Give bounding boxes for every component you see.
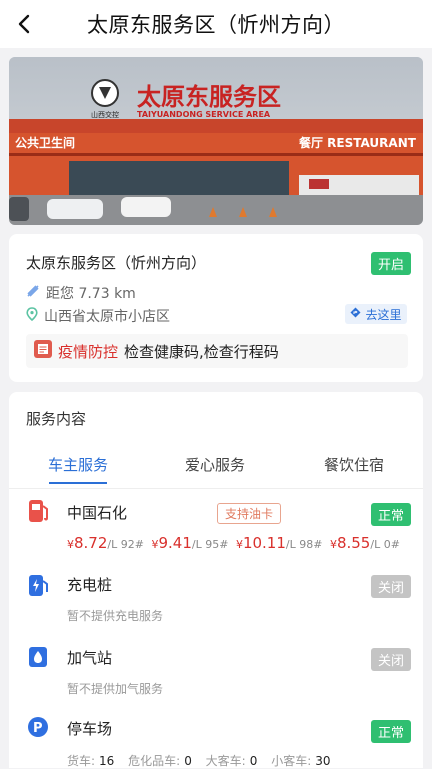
service-tabs: 车主服务 爱心服务 餐饮住宿 bbox=[9, 444, 423, 484]
gas-status-badge: 关闭 bbox=[371, 648, 412, 671]
fuel-status-badge: 正常 bbox=[371, 503, 412, 526]
status-badge: 开启 bbox=[371, 252, 412, 275]
notice-text: 检查健康码,检查行程码 bbox=[124, 342, 279, 361]
sign-sub-text: TAIYUANDONG SERVICE AREA bbox=[137, 110, 271, 119]
notice-title: 疫情防控 bbox=[58, 342, 119, 361]
truck-count: 16 bbox=[99, 754, 115, 768]
price-item: ¥10.11/L 98# bbox=[235, 534, 323, 552]
distance-text: 距您 7.73 km bbox=[46, 286, 136, 302]
charging-station-icon bbox=[27, 572, 51, 598]
charging-status-badge: 关闭 bbox=[371, 575, 412, 598]
distance-row: 距您 7.73 km bbox=[26, 283, 136, 303]
oil-card-tag: 支持油卡 bbox=[217, 503, 282, 524]
parking-icon: P bbox=[27, 715, 51, 741]
info-name: 太原东服务区（忻州方向） bbox=[26, 254, 207, 272]
charging-note: 暂不提供充电服务 bbox=[67, 609, 164, 623]
header-bar: 太原东服务区（忻州方向） bbox=[0, 0, 432, 48]
side-sign-right: 餐厅 RESTAURANT bbox=[299, 135, 417, 150]
car-count: 30 bbox=[315, 754, 331, 768]
route-icon bbox=[26, 284, 40, 302]
price-item: ¥8.55/L 0# bbox=[329, 534, 400, 552]
bus-label: 大客车: bbox=[205, 754, 246, 768]
price-item: ¥8.72/L 92# bbox=[67, 534, 144, 552]
navigate-label: 去这里 bbox=[365, 307, 402, 322]
fuel-prices: ¥8.72/L 92# ¥9.41/L 95# ¥10.11/L 98# ¥8.… bbox=[67, 534, 404, 552]
info-card: 太原东服务区（忻州方向） 开启 距您 7.73 km 山西省太原市小店区 去这里… bbox=[9, 234, 423, 382]
gas-station-icon bbox=[27, 644, 51, 670]
navigate-button[interactable]: 去这里 bbox=[345, 304, 407, 324]
address-text: 山西省太原市小店区 bbox=[44, 309, 170, 325]
address-row: 山西省太原市小店区 bbox=[26, 306, 170, 326]
svg-text:P: P bbox=[33, 721, 43, 736]
gas-note: 暂不提供加气服务 bbox=[67, 682, 164, 696]
navigate-arrow-icon bbox=[350, 307, 361, 321]
truck-label: 货车: bbox=[67, 754, 96, 768]
fuel-pump-icon bbox=[27, 498, 51, 524]
hazard-label: 危化品车: bbox=[128, 754, 181, 768]
gas-name: 加气站 bbox=[67, 649, 113, 667]
tab-owner-services[interactable]: 车主服务 bbox=[48, 454, 108, 475]
divider bbox=[9, 488, 423, 489]
page-title: 太原东服务区（忻州方向） bbox=[87, 13, 345, 37]
bus-count: 0 bbox=[249, 754, 258, 768]
epidemic-notice: 疫情防控 检查健康码,检查行程码 bbox=[26, 334, 408, 368]
section-title: 服务内容 bbox=[26, 410, 87, 428]
logo-text: 山西交控 bbox=[91, 110, 119, 119]
parking-counts: 货车: 16 危化品车: 0 大客车: 0 小客车: 30 bbox=[67, 752, 341, 769]
price-item: ¥9.41/L 95# bbox=[151, 534, 229, 552]
location-pin-icon bbox=[26, 307, 38, 325]
sign-main-text: 太原东服务区 bbox=[137, 83, 281, 111]
tab-care-services[interactable]: 爱心服务 bbox=[185, 454, 245, 475]
back-icon[interactable] bbox=[10, 10, 38, 38]
side-sign-left: 公共卫生间 bbox=[15, 135, 75, 150]
service-area-photo: 山西交控 太原东服务区 TAIYUANDONG SERVICE AREA 公共卫… bbox=[9, 57, 423, 225]
service-card: 服务内容 车主服务 爱心服务 餐饮住宿 中国石化 支持油卡 正常 ¥8.72/L… bbox=[9, 392, 423, 768]
parking-name: 停车场 bbox=[67, 720, 113, 738]
fuel-station-name: 中国石化 bbox=[67, 504, 128, 522]
notice-doc-icon bbox=[34, 340, 52, 362]
charging-name: 充电桩 bbox=[67, 576, 113, 594]
parking-status-badge: 正常 bbox=[371, 720, 412, 743]
hazard-count: 0 bbox=[184, 754, 192, 768]
car-label: 小客车: bbox=[271, 754, 312, 768]
tab-dining-lodging[interactable]: 餐饮住宿 bbox=[324, 454, 384, 475]
active-tab-indicator bbox=[49, 482, 107, 484]
